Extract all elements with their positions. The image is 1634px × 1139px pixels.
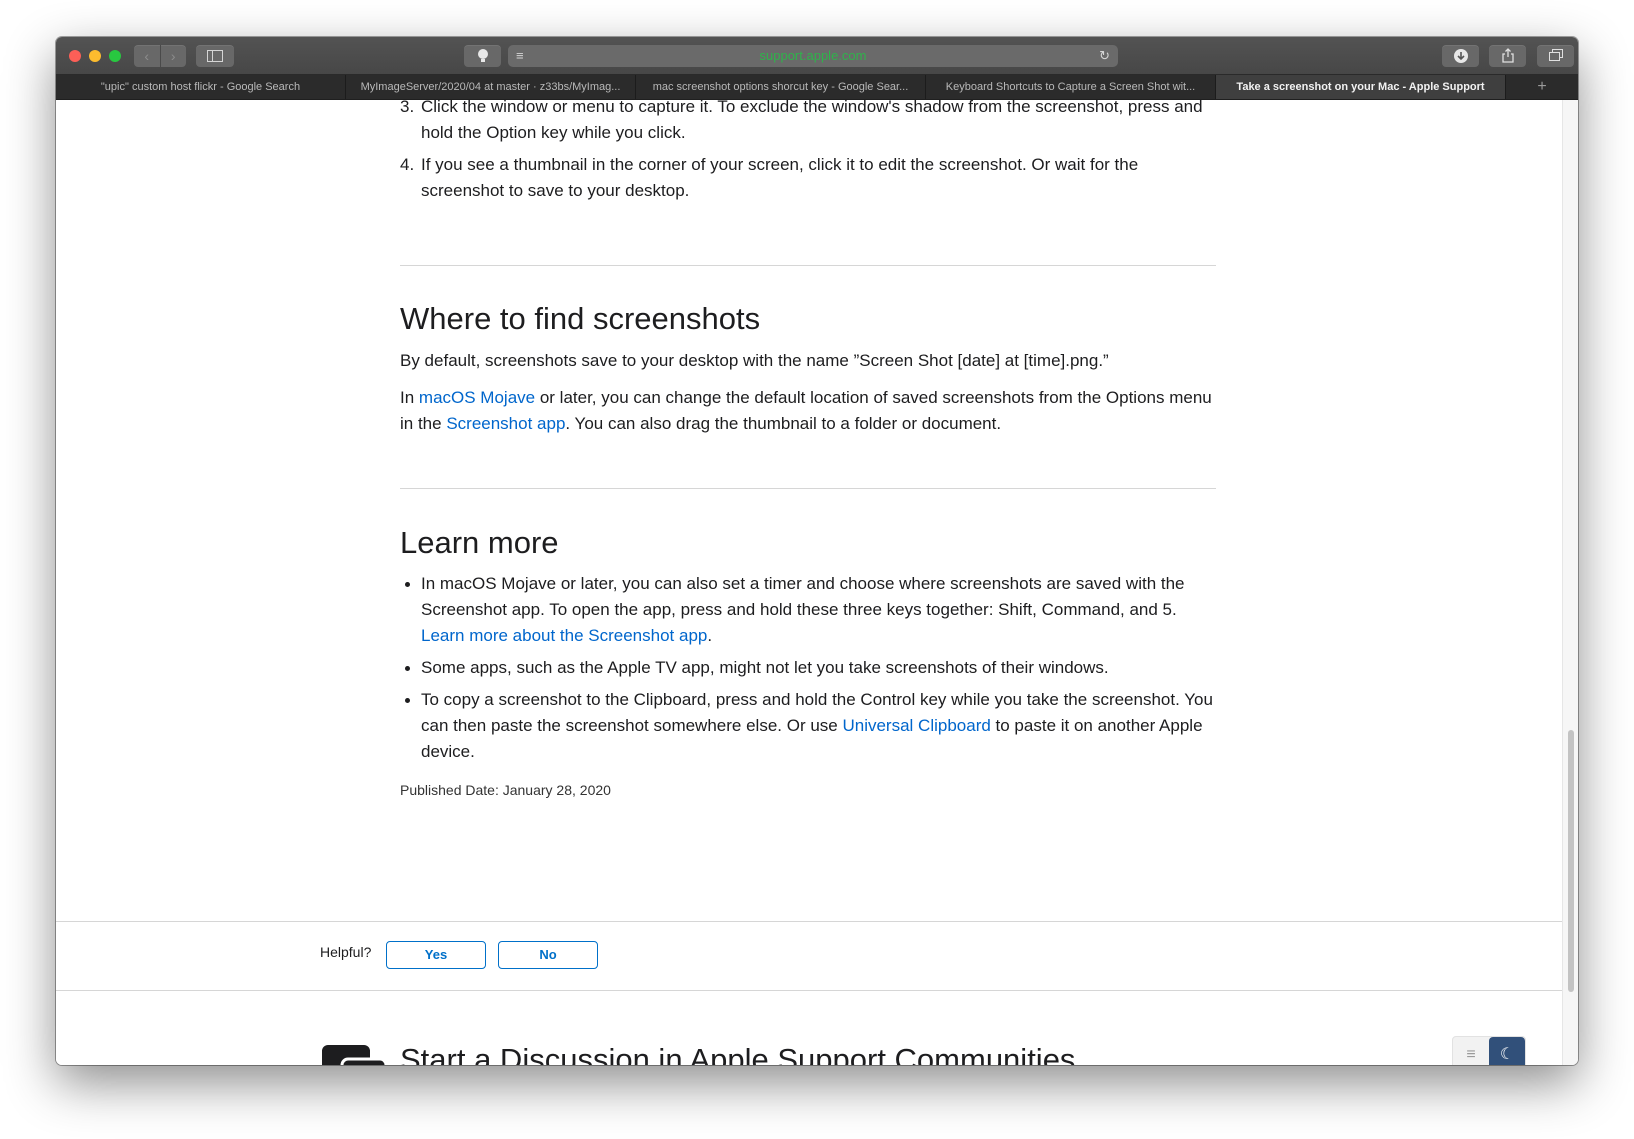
tab-apple-support-active[interactable]: Take a screenshot on your Mac - Apple Su… <box>1216 75 1506 99</box>
tabs-overview-icon <box>1548 49 1563 61</box>
section-heading: Learn more <box>400 525 559 560</box>
share-icon <box>1501 48 1514 63</box>
find-screenshots-section: Where to find screenshots By default, sc… <box>400 300 1216 437</box>
download-icon <box>1453 49 1468 63</box>
published-date: Published Date: January 28, 2020 <box>400 782 611 798</box>
step-text: Click the window or menu to capture it. … <box>421 100 1203 142</box>
theme-toggle[interactable]: ≡ ☾ <box>1452 1036 1526 1065</box>
tab-keyboard-shortcuts[interactable]: Keyboard Shortcuts to Capture a Screen S… <box>926 75 1216 99</box>
list-item: Some apps, such as the Apple TV app, mig… <box>400 655 1216 681</box>
step-item: 4. If you see a thumbnail in the corner … <box>400 152 1216 204</box>
address-url: support.apple.com <box>759 48 867 63</box>
bullet-dot <box>405 582 410 587</box>
tab-github-myimageserver[interactable]: MyImageServer/2020/04 at master · z33bs/… <box>346 75 636 99</box>
share-button[interactable] <box>1489 45 1526 67</box>
community-heading: Start a Discussion in Apple Support Comm… <box>400 1042 1076 1065</box>
browser-toolbar: ‹ › ≡ support.apple.com ↻ <box>56 37 1578 75</box>
browser-window: ‹ › ≡ support.apple.com ↻ "upic" custom … <box>56 37 1578 1065</box>
step-number: 4. <box>400 155 415 174</box>
paragraph-default-location: By default, screenshots save to your des… <box>400 351 1109 370</box>
vertical-scrollbar[interactable] <box>1562 100 1578 1065</box>
list-item: To copy a screenshot to the Clipboard, p… <box>400 687 1216 765</box>
downloads-button[interactable] <box>1442 45 1479 67</box>
minimize-window-button[interactable] <box>89 50 101 62</box>
scrollbar-thumb[interactable] <box>1568 730 1574 992</box>
macos-mojave-link[interactable]: macOS Mojave <box>419 388 535 407</box>
zoom-window-button[interactable] <box>109 50 121 62</box>
paragraph-change-location: In macOS Mojave or later, you can change… <box>400 385 1216 437</box>
step-text: If you see a thumbnail in the corner of … <box>421 155 1139 200</box>
tab-google-search-upic[interactable]: "upic" custom host flickr - Google Searc… <box>56 75 346 99</box>
text-fragment: . <box>707 626 713 645</box>
text-fragment: . You can also drag the thumbnail to a f… <box>565 414 1002 433</box>
close-window-button[interactable] <box>69 50 81 62</box>
section-heading: Where to find screenshots <box>400 301 761 336</box>
section-divider <box>400 488 1216 489</box>
nav-buttons: ‹ › <box>134 45 186 67</box>
helpful-feedback-bar: Helpful? Yes No <box>56 921 1563 991</box>
helpful-label: Helpful? <box>320 944 372 960</box>
universal-clipboard-link[interactable]: Universal Clipboard <box>842 716 990 735</box>
step-item: 3. Click the window or menu to capture i… <box>400 100 1216 146</box>
moon-icon[interactable]: ☾ <box>1489 1037 1525 1065</box>
helpful-no-button[interactable]: No <box>498 941 598 969</box>
reload-icon[interactable]: ↻ <box>1099 45 1110 67</box>
page-content: 3. Click the window or menu to capture i… <box>56 100 1563 1065</box>
sidebar-icon <box>207 50 223 62</box>
steps-list: 3. Click the window or menu to capture i… <box>400 100 1216 210</box>
step-number: 3. <box>400 100 415 116</box>
new-tab-button[interactable]: + <box>1506 75 1578 99</box>
bullet-dot <box>405 666 410 671</box>
tab-bar: "upic" custom host flickr - Google Searc… <box>56 75 1578 100</box>
menu-icon[interactable]: ≡ <box>1461 1045 1481 1065</box>
lightbulb-icon <box>477 49 488 62</box>
back-button[interactable]: ‹ <box>134 45 161 67</box>
bullet-dot <box>405 698 410 703</box>
text-fragment: In <box>400 388 419 407</box>
list-item: In macOS Mojave or later, you can also s… <box>400 571 1216 649</box>
helpful-yes-button[interactable]: Yes <box>386 941 486 969</box>
show-tabs-button[interactable] <box>1537 45 1574 67</box>
text-fragment: Some apps, such as the Apple TV app, mig… <box>421 658 1109 677</box>
sidebar-toggle-button[interactable] <box>196 45 234 67</box>
address-bar[interactable]: ≡ support.apple.com ↻ <box>508 45 1118 67</box>
learn-more-section: Learn more In macOS Mojave or later, you… <box>400 524 1216 803</box>
forward-button[interactable]: › <box>161 45 187 67</box>
speech-bubbles-icon <box>322 1045 386 1065</box>
section-divider <box>400 265 1216 266</box>
screenshot-app-link[interactable]: Screenshot app <box>446 414 565 433</box>
privacy-report-button[interactable] <box>464 45 501 67</box>
tab-google-search-mac-screenshot[interactable]: mac screenshot options shorcut key - Goo… <box>636 75 926 99</box>
text-fragment: In macOS Mojave or later, you can also s… <box>421 574 1185 619</box>
learn-more-screenshot-app-link[interactable]: Learn more about the Screenshot app <box>421 626 707 645</box>
